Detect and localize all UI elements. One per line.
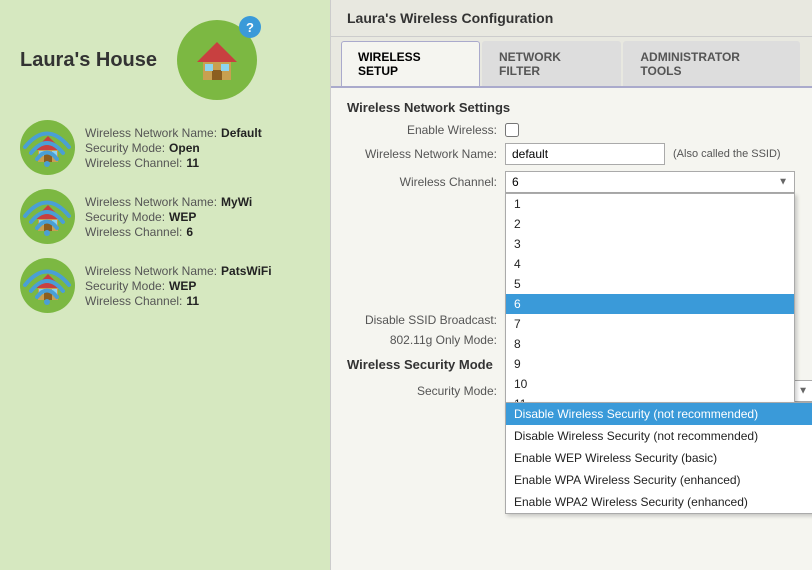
- net-name-label-2: Wireless Network Name:: [85, 264, 217, 278]
- panel-title: Laura's Wireless Configuration: [331, 0, 812, 37]
- left-panel: Laura's House ?: [0, 0, 330, 570]
- net-info-0: Wireless Network Name: Default Security …: [85, 126, 262, 170]
- channel-option-9[interactable]: 9: [506, 354, 794, 374]
- net-name-value-1: MyWi: [221, 195, 252, 209]
- enable-wireless-row: Enable Wireless:: [347, 123, 796, 137]
- net-house-svg-1: [30, 199, 66, 235]
- network-list: Wireless Network Name: Default Security …: [20, 120, 310, 313]
- tab-wireless-setup[interactable]: WIRELESS SETUP: [341, 41, 480, 86]
- net-channel-value-1: 6: [186, 225, 193, 239]
- net-security-row-2: Security Mode: WEP: [85, 279, 272, 293]
- net-channel-value-2: 11: [186, 294, 199, 308]
- channel-option-1[interactable]: 1: [506, 194, 794, 214]
- net-circle-2: [20, 258, 75, 313]
- channel-control: 6 ▼ 1 2 3 4 5 6 7 8 9 10 11: [505, 171, 796, 193]
- tab-administrator-tools[interactable]: ADMINISTRATOR TOOLS: [623, 41, 800, 86]
- net-circle-0: [20, 120, 75, 175]
- net-channel-row-0: Wireless Channel: 11: [85, 156, 262, 170]
- info-badge[interactable]: ?: [239, 16, 261, 38]
- security-option-2[interactable]: Enable WEP Wireless Security (basic): [506, 447, 812, 469]
- net-channel-label-0: Wireless Channel:: [85, 156, 182, 170]
- network-name-hint: (Also called the SSID): [673, 148, 781, 160]
- channel-option-8[interactable]: 8: [506, 334, 794, 354]
- network-item-2: Wireless Network Name: PatsWiFi Security…: [20, 258, 310, 313]
- channel-selected-value: 6: [512, 175, 519, 189]
- section1-title: Wireless Network Settings: [347, 100, 796, 115]
- net-icon-wrap-2: [20, 258, 75, 313]
- channel-option-6[interactable]: 6: [506, 294, 794, 314]
- security-option-4[interactable]: Enable WPA2 Wireless Security (enhanced): [506, 491, 812, 513]
- tab-network-filter[interactable]: NETWORK FILTER: [482, 41, 621, 86]
- net-security-value-2: WEP: [169, 279, 196, 293]
- channel-option-10[interactable]: 10: [506, 374, 794, 394]
- net-security-label-0: Security Mode:: [85, 141, 165, 155]
- channel-dropdown-arrow[interactable]: ▼: [778, 177, 788, 188]
- security-mode-label: Security Mode:: [347, 384, 497, 398]
- channel-label: Wireless Channel:: [347, 175, 497, 189]
- house-icon-wrap: ?: [177, 20, 257, 100]
- net-security-label-1: Security Mode:: [85, 210, 165, 224]
- network-name-control: (Also called the SSID): [505, 143, 796, 165]
- net-info-2: Wireless Network Name: PatsWiFi Security…: [85, 264, 272, 308]
- channel-dropdown-selected[interactable]: 6 ▼: [505, 171, 795, 193]
- network-name-row: Wireless Network Name: (Also called the …: [347, 143, 796, 165]
- network-item-1: Wireless Network Name: MyWi Security Mod…: [20, 189, 310, 244]
- channel-option-7[interactable]: 7: [506, 314, 794, 334]
- enable-wireless-control: [505, 123, 796, 137]
- net-name-row-0: Wireless Network Name: Default: [85, 126, 262, 140]
- security-option-1[interactable]: Disable Wireless Security (not recommend…: [506, 425, 812, 447]
- channel-option-2[interactable]: 2: [506, 214, 794, 234]
- security-option-3[interactable]: Enable WPA Wireless Security (enhanced): [506, 469, 812, 491]
- ssid-broadcast-label: Disable SSID Broadcast:: [347, 313, 497, 327]
- net-security-row-1: Security Mode: WEP: [85, 210, 252, 224]
- net-security-label-2: Security Mode:: [85, 279, 165, 293]
- net-name-label-1: Wireless Network Name:: [85, 195, 217, 209]
- net-channel-label-1: Wireless Channel:: [85, 225, 182, 239]
- security-option-0[interactable]: Disable Wireless Security (not recommend…: [506, 403, 812, 425]
- right-panel: Laura's Wireless Configuration WIRELESS …: [330, 0, 812, 570]
- net-icon-wrap-0: [20, 120, 75, 175]
- network-item-0: Wireless Network Name: Default Security …: [20, 120, 310, 175]
- tabs-bar: WIRELESS SETUP NETWORK FILTER ADMINISTRA…: [331, 37, 812, 88]
- net-security-value-0: Open: [169, 141, 200, 155]
- security-dropdown-arrow[interactable]: ▼: [798, 386, 808, 397]
- network-name-input[interactable]: [505, 143, 665, 165]
- channel-dropdown-container: 6 ▼ 1 2 3 4 5 6 7 8 9 10 11: [505, 171, 795, 193]
- net-name-row-2: Wireless Network Name: PatsWiFi: [85, 264, 272, 278]
- network-name-label: Wireless Network Name:: [347, 147, 497, 161]
- net-name-value-0: Default: [221, 126, 262, 140]
- house-svg: [191, 34, 243, 86]
- net-channel-value-0: 11: [186, 156, 199, 170]
- net-name-value-2: PatsWiFi: [221, 264, 272, 278]
- net-channel-row-1: Wireless Channel: 6: [85, 225, 252, 239]
- net-house-svg-2: [30, 268, 66, 304]
- net-info-1: Wireless Network Name: MyWi Security Mod…: [85, 195, 252, 239]
- house-header: Laura's House ?: [20, 20, 310, 100]
- net-icon-wrap-1: [20, 189, 75, 244]
- net-name-row-1: Wireless Network Name: MyWi: [85, 195, 252, 209]
- channel-row: Wireless Channel: 6 ▼ 1 2 3 4 5 6 7: [347, 171, 796, 193]
- enable-wireless-label: Enable Wireless:: [347, 123, 497, 137]
- enable-wireless-checkbox[interactable]: [505, 123, 519, 137]
- channel-option-3[interactable]: 3: [506, 234, 794, 254]
- mode-label: 802.11g Only Mode:: [347, 333, 497, 347]
- channel-option-5[interactable]: 5: [506, 274, 794, 294]
- net-house-svg-0: [30, 130, 66, 166]
- channel-option-4[interactable]: 4: [506, 254, 794, 274]
- net-channel-label-2: Wireless Channel:: [85, 294, 182, 308]
- net-security-value-1: WEP: [169, 210, 196, 224]
- net-security-row-0: Security Mode: Open: [85, 141, 262, 155]
- net-channel-row-2: Wireless Channel: 11: [85, 294, 272, 308]
- house-title: Laura's House: [20, 49, 157, 72]
- net-circle-1: [20, 189, 75, 244]
- net-name-label-0: Wireless Network Name:: [85, 126, 217, 140]
- security-dropdown-list: Disable Wireless Security (not recommend…: [505, 402, 812, 514]
- channel-dropdown-list: 1 2 3 4 5 6 7 8 9 10 11: [505, 193, 795, 415]
- panel-content: Wireless Network Settings Enable Wireles…: [331, 88, 812, 570]
